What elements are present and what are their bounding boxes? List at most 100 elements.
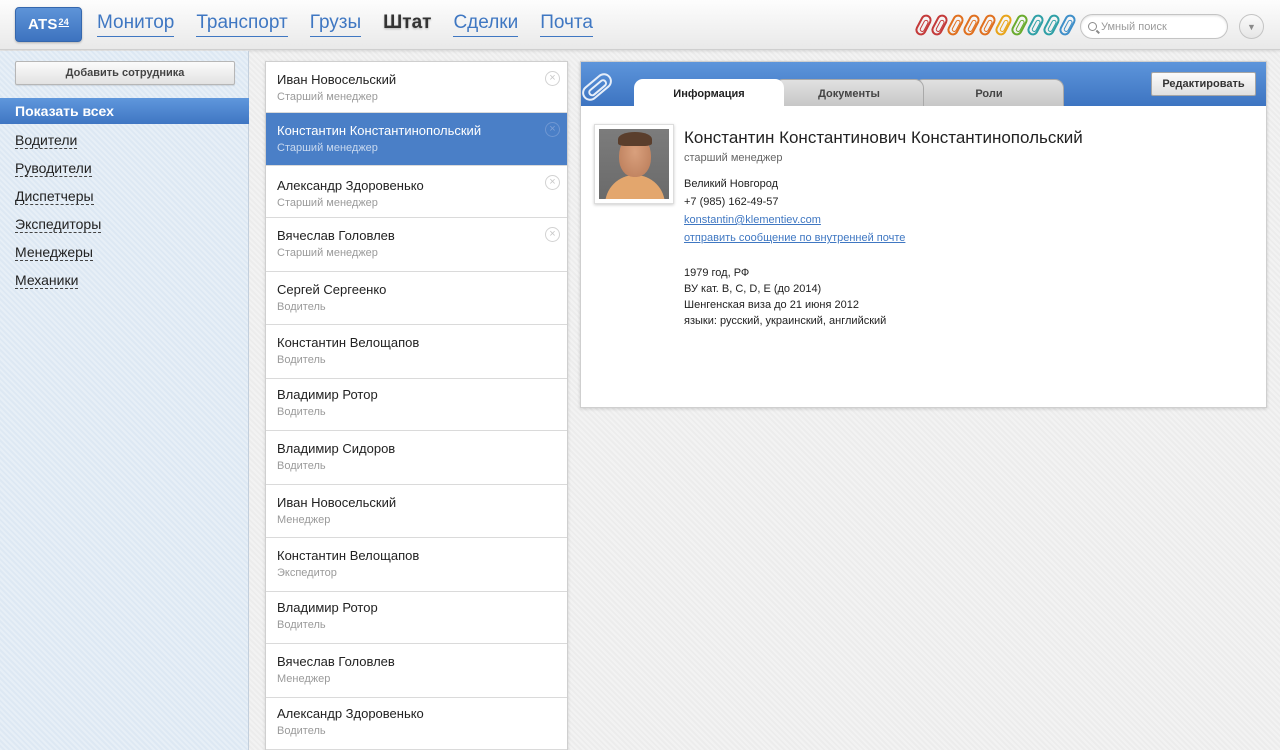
employee-role: Менеджер xyxy=(277,673,331,685)
category-label: Водители xyxy=(15,132,78,149)
tab-information[interactable]: Информация xyxy=(634,79,784,107)
search-input[interactable] xyxy=(1101,20,1219,33)
ats24-logo[interactable]: ATS 24 xyxy=(15,7,82,42)
avatar-photo xyxy=(599,129,669,199)
employee-name: Константин Велощапов xyxy=(277,548,420,563)
employee-role: Водитель xyxy=(277,460,326,472)
detail-header: Роли Документы Информация Редактировать xyxy=(578,62,1266,107)
employee-visa-info: Шенгенская виза до 21 июня 2012 xyxy=(684,299,859,311)
category-item[interactable]: Механики xyxy=(15,271,101,299)
smart-search[interactable] xyxy=(1080,14,1228,39)
paperclip-tag-icon[interactable] xyxy=(929,12,950,38)
show-all-filter[interactable]: Показать всех xyxy=(0,98,249,124)
employee-role: Водитель xyxy=(277,619,326,631)
employee-row[interactable]: Владимир Ротор Водитель xyxy=(266,592,567,644)
nav-item-3[interactable]: Штат xyxy=(383,12,431,37)
employee-row[interactable]: Иван Новосельский Старший менеджер × xyxy=(266,62,567,113)
employee-phone: +7 (985) 162-49-57 xyxy=(684,196,779,208)
employee-name: Александр Здоровенько xyxy=(277,706,424,721)
employee-name: Иван Новосельский xyxy=(277,72,397,87)
category-list: Водители Руводители Диспетчеры Экспедиторы М… xyxy=(15,131,102,299)
employee-name: Константин Константинопольский xyxy=(277,123,482,138)
employee-role: Старший менеджер xyxy=(277,247,378,259)
main-nav: Монитор Транспорт Грузы Штат Сделки Почта xyxy=(97,12,615,37)
employee-full-name: Константин Константинович Константинопол… xyxy=(684,128,1083,147)
employee-role: Водитель xyxy=(277,406,326,418)
category-label: Экспедиторы xyxy=(15,216,102,233)
employee-birth-info: 1979 год, РФ xyxy=(684,267,750,279)
search-icon xyxy=(1088,22,1097,31)
paperclip-icon xyxy=(578,69,616,105)
category-item[interactable]: Менеджеры xyxy=(15,243,101,271)
avatar xyxy=(594,124,674,204)
nav-item-5[interactable]: Почта xyxy=(540,12,593,37)
employee-role: Водитель xyxy=(277,725,326,737)
nav-item-0[interactable]: Монитор xyxy=(97,12,175,37)
sidebar: Добавить сотрудника Показать всех Водите… xyxy=(0,51,249,750)
paperclip-tag-icon[interactable] xyxy=(1025,12,1046,38)
employee-row[interactable]: Константин Константинопольский Старший ме… xyxy=(266,113,567,166)
employee-languages-info: языки: русский, украинский, английский xyxy=(684,315,887,327)
employee-role: Водитель xyxy=(277,301,326,313)
employee-name: Владимир Ротор xyxy=(277,600,378,615)
category-item[interactable]: Экспедиторы xyxy=(15,215,102,243)
category-label: Диспетчеры xyxy=(15,188,94,205)
employee-email-link[interactable]: konstantin@klementiev.com xyxy=(684,214,821,226)
add-employee-button[interactable]: Добавить сотрудника xyxy=(15,61,235,85)
employee-list: Иван Новосельский Старший менеджер × Конста… xyxy=(265,61,568,750)
category-label: Менеджеры xyxy=(15,244,93,261)
chevron-down-icon: ▼ xyxy=(1247,21,1256,32)
employee-row[interactable]: Владимир Ротор Водитель xyxy=(266,379,567,431)
avatar-hair xyxy=(618,132,652,146)
remove-icon[interactable]: × xyxy=(545,71,560,86)
avatar-shirt xyxy=(605,175,665,199)
employee-name: Владимир Ротор xyxy=(277,387,378,402)
category-item[interactable]: Диспетчеры xyxy=(15,187,101,215)
employee-row[interactable]: Вячеслав Головлев Старший менеджер × xyxy=(266,218,567,272)
employee-role: Экспедитор xyxy=(277,567,337,579)
employee-row[interactable]: Иван Новосельский Менеджер xyxy=(266,485,567,538)
nav-item-4[interactable]: Сделки xyxy=(453,12,519,37)
paperclip-tag-icon[interactable] xyxy=(961,12,982,38)
edit-button[interactable]: Редактировать xyxy=(1151,72,1256,96)
remove-icon[interactable]: × xyxy=(545,227,560,242)
employee-role: Водитель xyxy=(277,354,326,366)
tab-documents[interactable]: Документы xyxy=(774,79,924,106)
employee-name: Александр Здоровенько xyxy=(277,178,424,193)
paperclip-tag-icon[interactable] xyxy=(1041,12,1062,38)
employee-name: Вячеслав Головлев xyxy=(277,654,395,669)
logo-sup: 24 xyxy=(58,16,69,27)
employee-name: Константин Велощапов xyxy=(277,335,420,350)
employee-row[interactable]: Владимир Сидоров Водитель xyxy=(266,431,567,485)
employee-row[interactable]: Константин Велощапов Экспедитор xyxy=(266,538,567,592)
dropdown-menu-button[interactable]: ▼ xyxy=(1239,14,1264,39)
employee-license-info: ВУ кат. B, C, D, E (до 2014) xyxy=(684,283,822,295)
send-internal-message-link[interactable]: отправить сообщение по внутренней почте xyxy=(684,232,905,244)
paperclip-tag-icon[interactable] xyxy=(977,12,998,38)
employee-name: Вячеслав Головлев xyxy=(277,228,395,243)
employee-row[interactable]: Александр Здоровенько Водитель xyxy=(266,698,567,750)
nav-item-1[interactable]: Транспорт xyxy=(196,12,288,37)
employee-row[interactable]: Александр Здоровенько Старший менеджер × xyxy=(266,166,567,218)
paperclip-tag-icon[interactable] xyxy=(945,12,966,38)
employee-role: Старший менеджер xyxy=(277,197,378,209)
paperclip-tag-icon[interactable] xyxy=(1057,12,1078,38)
remove-icon[interactable]: × xyxy=(545,122,560,137)
top-bar: ATS 24 Монитор Транспорт Грузы Штат Сделки Поч… xyxy=(0,0,1280,50)
employee-row[interactable]: Сергей Сергеенко Водитель xyxy=(266,272,567,325)
category-item[interactable]: Руводители xyxy=(15,159,101,187)
paperclip-tag-icon[interactable] xyxy=(1009,12,1030,38)
employee-name: Иван Новосельский xyxy=(277,495,397,510)
paperclip-tag-icon[interactable] xyxy=(913,12,934,38)
employee-role: Старший менеджер xyxy=(277,91,378,103)
employee-role: Старший менеджер xyxy=(277,142,378,154)
employee-position: старший менеджер xyxy=(684,152,783,164)
employee-row[interactable]: Вячеслав Головлев Менеджер xyxy=(266,644,567,698)
employee-row[interactable]: Константин Велощапов Водитель xyxy=(266,325,567,379)
paperclip-tag-icon[interactable] xyxy=(993,12,1014,38)
nav-item-2[interactable]: Грузы xyxy=(309,12,362,37)
logo-text: ATS xyxy=(28,16,58,33)
tab-roles[interactable]: Роли xyxy=(914,79,1064,106)
remove-icon[interactable]: × xyxy=(545,175,560,190)
category-item[interactable]: Водители xyxy=(15,131,101,159)
